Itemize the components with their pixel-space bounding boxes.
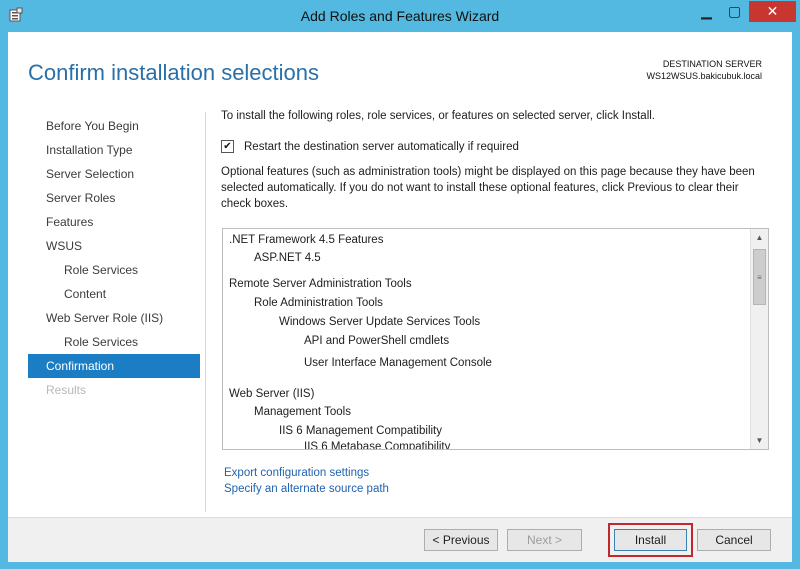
install-button[interactable]: Install bbox=[614, 529, 687, 551]
page-title: Confirm installation selections bbox=[28, 60, 320, 85]
selection-item: Management Tools bbox=[254, 406, 351, 418]
wizard-window: Add Roles and Features Wizard ▁ ▢ ✕ Conf… bbox=[0, 0, 800, 569]
nav-item-installation-type[interactable]: Installation Type bbox=[28, 138, 200, 162]
restart-checkbox-label[interactable]: Restart the destination server automatic… bbox=[244, 141, 519, 153]
selection-item: .NET Framework 4.5 Features bbox=[229, 234, 384, 246]
wizard-nav: Before You Begin Installation Type Server … bbox=[28, 114, 200, 402]
selection-item: API and PowerShell cmdlets bbox=[304, 335, 450, 347]
nav-item-wsus[interactable]: WSUS bbox=[28, 234, 200, 258]
selection-item: User Interface Management Console bbox=[304, 357, 492, 369]
nav-divider bbox=[205, 112, 206, 512]
restart-checkbox[interactable]: ✔ bbox=[221, 140, 234, 153]
export-configuration-link[interactable]: Export configuration settings bbox=[224, 467, 369, 479]
scroll-thumb[interactable]: ≡ bbox=[753, 249, 766, 305]
selection-item: Role Administration Tools bbox=[254, 297, 383, 309]
destination-label: DESTINATION SERVER bbox=[662, 59, 762, 69]
nav-item-features[interactable]: Features bbox=[28, 210, 200, 234]
scroll-up-arrow-icon[interactable]: ▲ bbox=[751, 229, 768, 246]
previous-button[interactable]: < Previous bbox=[424, 529, 498, 551]
window-title: Add Roles and Features Wizard bbox=[300, 8, 500, 24]
nav-item-role-services[interactable]: Role Services bbox=[28, 330, 200, 354]
restart-option[interactable]: ✔ Restart the destination server automat… bbox=[221, 140, 519, 153]
main-content: To install the following roles, role ser… bbox=[221, 110, 771, 495]
minimize-button[interactable]: ▁ bbox=[693, 1, 720, 22]
cancel-button[interactable]: Cancel bbox=[697, 529, 771, 551]
intro-text: To install the following roles, role ser… bbox=[221, 110, 655, 122]
selection-item: Web Server (IIS) bbox=[229, 388, 315, 400]
selections-list[interactable]: .NET Framework 4.5 Features ASP.NET 4.5 Re… bbox=[222, 228, 769, 450]
nav-item-results: Results bbox=[46, 383, 87, 397]
selection-item: Windows Server Update Services Tools bbox=[279, 316, 481, 328]
selection-item: IIS 6 Management Compatibility bbox=[279, 425, 442, 437]
selection-item: IIS 6 Metabase Compatibility bbox=[304, 441, 451, 449]
nav-item-server-selection[interactable]: Server Selection bbox=[28, 162, 200, 186]
nav-item-content[interactable]: Content bbox=[28, 282, 200, 306]
selections-list-content: .NET Framework 4.5 Features ASP.NET 4.5 Re… bbox=[223, 229, 750, 449]
nav-item-role-services[interactable]: Role Services bbox=[28, 258, 200, 282]
selection-item: Remote Server Administration Tools bbox=[229, 278, 412, 290]
destination-server-info: DESTINATION SERVER WS12WSUS.bakicubuk.lo… bbox=[646, 58, 762, 82]
vertical-scrollbar[interactable]: ▲ ≡ ▼ bbox=[750, 229, 768, 449]
nav-item-before-you-begin[interactable]: Before You Begin bbox=[28, 114, 200, 138]
next-button[interactable]: Next > bbox=[507, 529, 582, 551]
optional-features-note: Optional features (such as administratio… bbox=[221, 166, 755, 210]
destination-server-name: WS12WSUS.bakicubuk.local bbox=[646, 71, 762, 81]
alternate-source-link[interactable]: Specify an alternate source path bbox=[224, 483, 389, 495]
selection-item: ASP.NET 4.5 bbox=[254, 252, 321, 264]
maximize-button[interactable]: ▢ bbox=[721, 1, 748, 22]
wizard-footer: < Previous Next > Install Cancel bbox=[8, 517, 792, 562]
nav-item-server-roles[interactable]: Server Roles bbox=[28, 186, 200, 210]
nav-item-web-server-role-iis[interactable]: Web Server Role (IIS) bbox=[28, 306, 200, 330]
close-button[interactable]: ✕ bbox=[749, 1, 796, 22]
title-bar[interactable]: Add Roles and Features Wizard ▁ ▢ ✕ bbox=[0, 0, 800, 32]
wizard-client-area: Confirm installation selections DESTINAT… bbox=[8, 32, 792, 562]
scroll-down-arrow-icon[interactable]: ▼ bbox=[751, 432, 768, 449]
nav-item-confirmation[interactable]: Confirmation bbox=[28, 354, 200, 378]
